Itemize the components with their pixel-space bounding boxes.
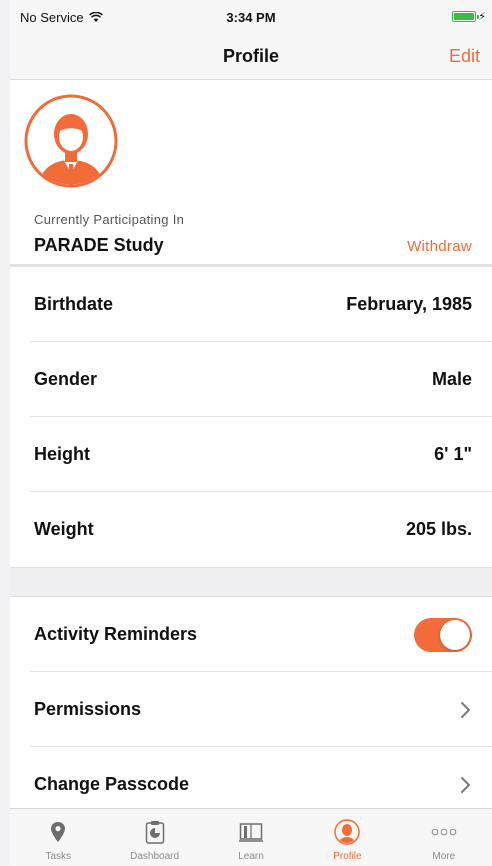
tab-label: More: [432, 851, 456, 862]
row-label: Gender: [34, 369, 98, 389]
page-title: Profile: [222, 46, 279, 66]
row-value: February, 1985: [346, 294, 472, 314]
withdraw-button[interactable]: Withdraw: [407, 238, 472, 255]
birthdate-row[interactable]: Birthdate February, 1985: [10, 267, 492, 342]
tab-label: Profile: [333, 851, 362, 862]
section-separator: [10, 567, 492, 597]
weight-row[interactable]: Weight 205 lbs.: [10, 492, 492, 567]
clipboard-chart-icon: [142, 819, 168, 845]
tab-label: Dashboard: [130, 851, 180, 862]
tab-learn[interactable]: Learn: [203, 809, 299, 866]
map-pin-icon: [45, 819, 71, 845]
settings-list: Activity Reminders Permissions Change Pa…: [10, 597, 492, 822]
profile-screen: No Service 3:34 PM ⚡ Profile Edit Curren…: [10, 0, 492, 866]
tab-label: Tasks: [45, 851, 71, 862]
tab-profile[interactable]: Profile: [299, 809, 395, 866]
charging-bolt-icon: ⚡: [478, 11, 486, 23]
profile-header: Currently Participating In PARADE Study …: [10, 80, 492, 264]
row-label: Height: [34, 444, 90, 464]
profile-details-list: Birthdate February, 1985 Gender Male Hei…: [10, 267, 492, 567]
gender-row[interactable]: Gender Male: [10, 342, 492, 417]
tab-bar: Tasks Dashboard Learn Profile More: [10, 808, 492, 866]
battery-icon: [452, 11, 480, 22]
navigation-bar: Profile Edit: [10, 34, 492, 80]
row-label: Weight: [34, 519, 94, 539]
row-value: 205 lbs.: [405, 519, 472, 539]
status-bar: No Service 3:34 PM ⚡: [10, 0, 492, 34]
person-icon: [334, 819, 361, 845]
row-label: Activity Reminders: [34, 624, 198, 644]
activity-reminders-toggle[interactable]: [414, 617, 472, 652]
permissions-row[interactable]: Permissions: [10, 672, 492, 747]
chevron-right-icon: [461, 701, 470, 718]
study-name: PARADE Study: [34, 235, 164, 255]
row-label: Change Passcode: [34, 774, 190, 794]
status-right: ⚡: [452, 10, 486, 23]
participating-label: Currently Participating In: [34, 212, 185, 227]
tab-label: Learn: [238, 851, 264, 862]
activity-reminders-row: Activity Reminders: [10, 597, 492, 672]
more-dots-icon: [431, 819, 457, 845]
edit-button[interactable]: Edit: [449, 46, 480, 67]
row-value: Male: [431, 369, 472, 389]
tab-more[interactable]: More: [396, 809, 492, 866]
book-icon: [238, 819, 264, 845]
tab-tasks[interactable]: Tasks: [10, 809, 106, 866]
tab-dashboard[interactable]: Dashboard: [106, 809, 202, 866]
chevron-right-icon: [461, 776, 470, 793]
avatar-icon[interactable]: [24, 94, 118, 188]
height-row[interactable]: Height 6' 1": [10, 417, 492, 492]
row-value: 6' 1": [434, 444, 472, 464]
toggle-knob: [440, 619, 470, 650]
row-label: Birthdate: [34, 294, 114, 314]
status-time: 3:34 PM: [226, 10, 276, 25]
row-label: Permissions: [34, 699, 142, 719]
